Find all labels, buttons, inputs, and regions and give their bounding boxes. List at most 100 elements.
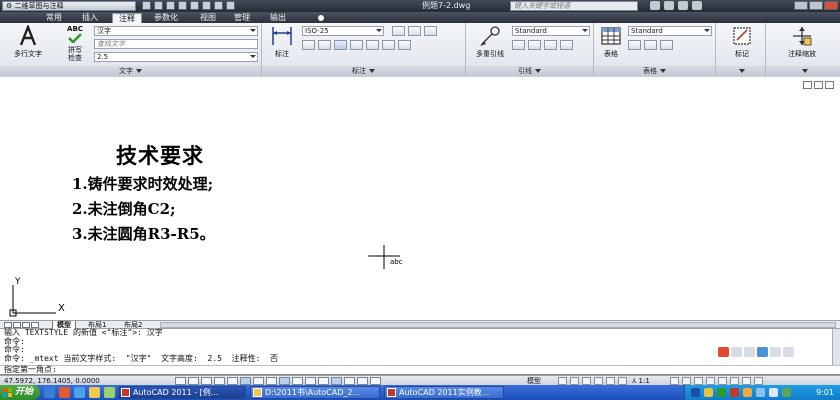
table-panel-title[interactable]: 表格	[594, 66, 715, 76]
task-autocad-window[interactable]: AutoCAD 2011 - [例...	[118, 386, 246, 399]
mtext-title[interactable]: 技术要求	[116, 140, 204, 170]
workspace-icon[interactable]	[694, 377, 703, 385]
command-scrollbar[interactable]	[832, 329, 840, 365]
tab-view[interactable]: 视图	[194, 13, 222, 23]
mtext-line-1[interactable]: 1.铸件要求时效处理;	[72, 173, 213, 194]
star-icon[interactable]	[678, 1, 688, 10]
minimize-viewport-button[interactable]	[803, 81, 812, 89]
dimension-button[interactable]: 标注	[266, 25, 298, 58]
tab-insert[interactable]: 插入	[76, 13, 104, 23]
link-data-icon[interactable]	[628, 40, 641, 50]
update-icon[interactable]	[743, 388, 752, 397]
ime-settings-icon[interactable]	[770, 347, 781, 357]
auto-scale-icon[interactable]	[682, 377, 691, 385]
drawing-canvas[interactable]: 技术要求 1.铸件要求时效处理; 2.未注倒角C2; 3.未注圆角R3-R5。 …	[0, 76, 840, 320]
remove-leader-icon[interactable]	[528, 40, 541, 50]
tpy-mode-toggle[interactable]	[318, 377, 329, 385]
tab-output[interactable]: 输出	[264, 13, 292, 23]
ime-logo-icon[interactable]	[718, 347, 729, 357]
undo-icon[interactable]	[202, 1, 211, 10]
markup-panel-title[interactable]	[716, 66, 765, 76]
save-icon[interactable]	[166, 1, 175, 10]
annotation-scaling-panel-title[interactable]	[766, 66, 840, 76]
horizontal-scrollbar[interactable]	[160, 322, 836, 328]
steering-wheel-icon[interactable]	[606, 377, 615, 385]
close-viewport-button[interactable]	[825, 81, 834, 89]
print-icon[interactable]	[190, 1, 199, 10]
dim-break-icon[interactable]	[302, 40, 315, 50]
spellcheck-button[interactable]: ABC 拼写检查	[60, 25, 90, 62]
ie-icon[interactable]	[44, 387, 55, 398]
dim-oblique-icon[interactable]	[408, 26, 421, 36]
polar-mode-toggle[interactable]	[214, 377, 225, 385]
dim-center-icon[interactable]	[382, 40, 395, 50]
network-icon[interactable]	[717, 388, 726, 397]
close-button[interactable]	[824, 1, 838, 10]
mtext-button[interactable]: 多行文字	[8, 23, 48, 58]
tab-annotate[interactable]: 注释	[112, 13, 142, 23]
mtext-line-3[interactable]: 3.未注圆角R3-R5。	[72, 223, 215, 244]
quick-view-layouts-icon[interactable]	[558, 377, 567, 385]
otrack-mode-toggle[interactable]	[240, 377, 251, 385]
dimension-panel-title[interactable]: 标注	[262, 66, 465, 76]
annotation-visibility-icon[interactable]	[670, 377, 679, 385]
dim-inspect-icon[interactable]	[334, 40, 347, 50]
tab-home[interactable]: 常用	[40, 13, 68, 23]
display-icon[interactable]	[769, 388, 778, 397]
zoom-icon[interactable]	[594, 377, 603, 385]
download-icon[interactable]	[660, 40, 673, 50]
dim-style-combo[interactable]: ISO-25	[302, 26, 384, 36]
text-height-combo[interactable]: 2.5	[94, 52, 258, 62]
start-button[interactable]: 开始	[0, 385, 40, 400]
snap-mode-toggle[interactable]	[175, 377, 186, 385]
qp-mode-toggle[interactable]	[292, 377, 303, 385]
table-style-combo[interactable]: Standard	[628, 26, 712, 36]
tab-parametric[interactable]: 参数化	[148, 13, 184, 23]
dim-continue-icon[interactable]	[350, 40, 363, 50]
find-text-input[interactable]: 查找文字	[94, 39, 258, 49]
ribbon-toggle[interactable]	[312, 13, 330, 23]
dim-space-icon[interactable]	[318, 40, 331, 50]
leader-panel-title[interactable]: 引线	[466, 66, 593, 76]
text-style-combo[interactable]: 汉字	[94, 26, 258, 36]
isolate-objects-icon[interactable]	[730, 377, 739, 385]
folder-icon[interactable]	[89, 387, 100, 398]
am-mode-toggle[interactable]	[331, 377, 342, 385]
new-icon[interactable]	[142, 1, 151, 10]
dim-jog-icon[interactable]	[398, 40, 411, 50]
volume-icon[interactable]	[756, 388, 765, 397]
infer-constraints-toggle[interactable]	[370, 377, 381, 385]
mtext-line-2[interactable]: 2.未注倒角C2;	[72, 198, 176, 219]
ime-keyboard-icon[interactable]	[757, 347, 768, 357]
selection-cycling-toggle[interactable]	[357, 377, 368, 385]
desktop-icon[interactable]	[74, 387, 85, 398]
help-tray-icon[interactable]	[704, 388, 713, 397]
restore-button[interactable]	[809, 1, 823, 10]
extract-data-icon[interactable]	[644, 40, 657, 50]
command-input-line[interactable]: 指定第一角点:	[4, 365, 57, 375]
clean-screen-icon[interactable]	[754, 377, 763, 385]
table-button[interactable]: 表格	[596, 25, 626, 58]
grid-mode-toggle[interactable]	[188, 377, 199, 385]
tab-manage[interactable]: 管理	[228, 13, 256, 23]
text-panel-title[interactable]: 文字	[0, 66, 261, 76]
dim-tolerance-icon[interactable]	[366, 40, 379, 50]
usb-icon[interactable]	[782, 388, 791, 397]
add-leader-icon[interactable]	[512, 40, 525, 50]
markup-button[interactable]: 标记	[722, 25, 762, 58]
annotation-scaling-button[interactable]: 注释缩放	[772, 25, 832, 58]
multileader-button[interactable]: 多重引线	[470, 25, 510, 58]
hardware-acceleration-icon[interactable]	[718, 377, 727, 385]
binoculars-icon[interactable]	[650, 1, 660, 10]
quick-view-drawings-icon[interactable]	[570, 377, 579, 385]
task-explorer-window[interactable]: D:\2011书\AutoCAD_2...	[250, 386, 380, 399]
open-icon[interactable]	[154, 1, 163, 10]
3dosnap-mode-toggle[interactable]	[344, 377, 355, 385]
save-as-icon[interactable]	[178, 1, 187, 10]
collect-leader-icon[interactable]	[560, 40, 573, 50]
ortho-mode-toggle[interactable]	[201, 377, 212, 385]
task-document-window[interactable]: AutoCAD 2011实例教...	[384, 386, 504, 399]
align-leader-icon[interactable]	[544, 40, 557, 50]
ime-skin-icon[interactable]	[783, 347, 794, 357]
leader-style-combo[interactable]: Standard	[512, 26, 590, 36]
